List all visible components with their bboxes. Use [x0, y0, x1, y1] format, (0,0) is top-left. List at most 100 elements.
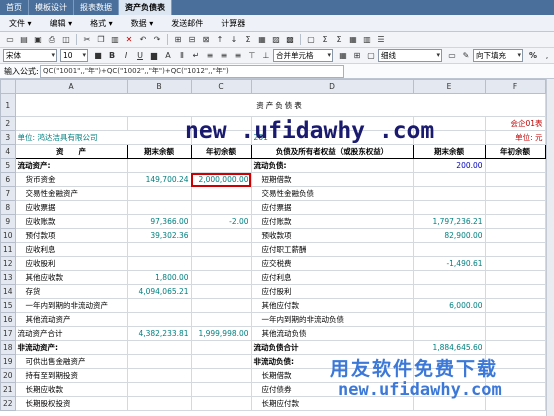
percent-button[interactable]: %: [528, 51, 538, 61]
sort-desc-icon[interactable]: ↓: [229, 35, 239, 45]
cell[interactable]: -2.00: [190, 214, 252, 229]
undo-icon[interactable]: ↶: [138, 35, 148, 45]
cell[interactable]: [126, 396, 192, 411]
cell[interactable]: [190, 186, 252, 201]
insert-col-icon[interactable]: ⊟: [187, 35, 197, 45]
row-header[interactable]: 4: [0, 144, 16, 159]
cell[interactable]: [412, 312, 486, 327]
sheet-title[interactable]: 资产负债表: [14, 93, 546, 117]
cell[interactable]: 流动负债:: [250, 158, 414, 173]
align-top-icon[interactable]: ⊤: [247, 51, 257, 61]
header-beginning-balance-2[interactable]: 年初余额: [484, 144, 546, 159]
col-header-e[interactable]: E: [412, 79, 486, 94]
row-header[interactable]: 2: [0, 116, 16, 131]
lock-icon[interactable]: ▢: [306, 35, 316, 45]
border-all-icon[interactable]: ⊞: [352, 51, 362, 61]
cell[interactable]: [484, 158, 546, 173]
cell[interactable]: 149,700.24: [126, 172, 192, 187]
cell[interactable]: [484, 298, 546, 313]
cell[interactable]: 一年内到期的非流动负债: [250, 312, 414, 327]
cell[interactable]: [484, 368, 546, 383]
row-header[interactable]: 12: [0, 256, 16, 271]
sum-icon[interactable]: Σ: [243, 35, 253, 45]
color-swatch-icon[interactable]: ■: [93, 51, 103, 61]
delete-icon[interactable]: ✕: [124, 35, 134, 45]
cell[interactable]: 82,900.00: [412, 228, 486, 243]
align-left-icon[interactable]: ≡: [205, 51, 215, 61]
cell[interactable]: 流动资产合计: [14, 326, 128, 341]
chart-icon[interactable]: ▦: [257, 35, 267, 45]
tab-report-data[interactable]: 报表数据: [74, 0, 119, 15]
underline-button[interactable]: U: [135, 51, 145, 61]
column-icon[interactable]: ▥: [362, 35, 372, 45]
border-none-icon[interactable]: ▢: [366, 51, 376, 61]
cell[interactable]: [190, 340, 252, 355]
cell[interactable]: 流动资产:: [14, 158, 128, 173]
row-header[interactable]: 19: [0, 354, 16, 369]
cell[interactable]: [412, 368, 486, 383]
fill-color-icon[interactable]: ▆: [149, 51, 159, 61]
cell[interactable]: [126, 298, 192, 313]
cell[interactable]: 39,302.36: [126, 228, 192, 243]
col-header-a[interactable]: A: [14, 79, 128, 94]
menu-file[interactable]: 文件 ▾: [0, 18, 41, 29]
cell[interactable]: [484, 186, 546, 201]
row-header[interactable]: 11: [0, 242, 16, 257]
cell[interactable]: [190, 270, 252, 285]
col-header-f[interactable]: F: [484, 79, 546, 94]
cell[interactable]: 应收股利: [14, 256, 128, 271]
cell[interactable]: 应付股利: [250, 284, 414, 299]
report-date[interactable]: 201: [250, 130, 414, 145]
cell[interactable]: [412, 284, 486, 299]
cell[interactable]: [484, 256, 546, 271]
cell[interactable]: [126, 340, 192, 355]
cell[interactable]: [484, 242, 546, 257]
cell[interactable]: [484, 270, 546, 285]
cell[interactable]: 1,800.00: [126, 270, 192, 285]
form-number[interactable]: 会企01表: [484, 116, 546, 131]
company-name[interactable]: 单位: 鸿达洁具有限公司: [14, 130, 192, 145]
sum2-icon[interactable]: Σ: [320, 35, 330, 45]
cell[interactable]: [412, 172, 486, 187]
cell[interactable]: [190, 158, 252, 173]
cell[interactable]: 长期应付款: [250, 396, 414, 411]
cell[interactable]: [126, 354, 192, 369]
cell[interactable]: 非流动资产:: [14, 340, 128, 355]
row-header[interactable]: 20: [0, 368, 16, 383]
cell[interactable]: 持有至到期投资: [14, 368, 128, 383]
cell[interactable]: 非流动负债:: [250, 354, 414, 369]
cell[interactable]: 其他流动资产: [14, 312, 128, 327]
cell[interactable]: [190, 228, 252, 243]
header-beginning-balance[interactable]: 年初余额: [190, 144, 252, 159]
cell[interactable]: 货币资金: [14, 172, 128, 187]
cell-format-icon[interactable]: ▩: [285, 35, 295, 45]
row-header[interactable]: 7: [0, 186, 16, 201]
grid-icon[interactable]: ▦: [348, 35, 358, 45]
font-color-icon[interactable]: A: [163, 51, 173, 61]
sort-asc-icon[interactable]: ↑: [215, 35, 225, 45]
cell[interactable]: [126, 242, 192, 257]
cell[interactable]: 流动负债合计: [250, 340, 414, 355]
cell[interactable]: [412, 396, 486, 411]
col-header-b[interactable]: B: [126, 79, 192, 94]
cell[interactable]: 长期应收款: [14, 382, 128, 397]
cell[interactable]: [412, 382, 486, 397]
cell[interactable]: 应收账款: [14, 214, 128, 229]
cell[interactable]: [126, 382, 192, 397]
cell[interactable]: [412, 326, 486, 341]
cell[interactable]: [484, 200, 546, 215]
cell[interactable]: 其他流动负债: [250, 326, 414, 341]
cell[interactable]: [190, 382, 252, 397]
cell[interactable]: [190, 256, 252, 271]
merge-cells-select[interactable]: 合并单元格: [273, 49, 333, 62]
align-right-icon[interactable]: ≡: [233, 51, 243, 61]
row-header[interactable]: 22: [0, 396, 16, 411]
col-header-c[interactable]: C: [190, 79, 252, 94]
cell[interactable]: [484, 228, 546, 243]
cell[interactable]: 一年内到期的非流动资产: [14, 298, 128, 313]
cell[interactable]: [484, 172, 546, 187]
cell[interactable]: 交易性金融负债: [250, 186, 414, 201]
cell[interactable]: 长期借款: [250, 368, 414, 383]
cell[interactable]: [190, 200, 252, 215]
cell[interactable]: [190, 354, 252, 369]
